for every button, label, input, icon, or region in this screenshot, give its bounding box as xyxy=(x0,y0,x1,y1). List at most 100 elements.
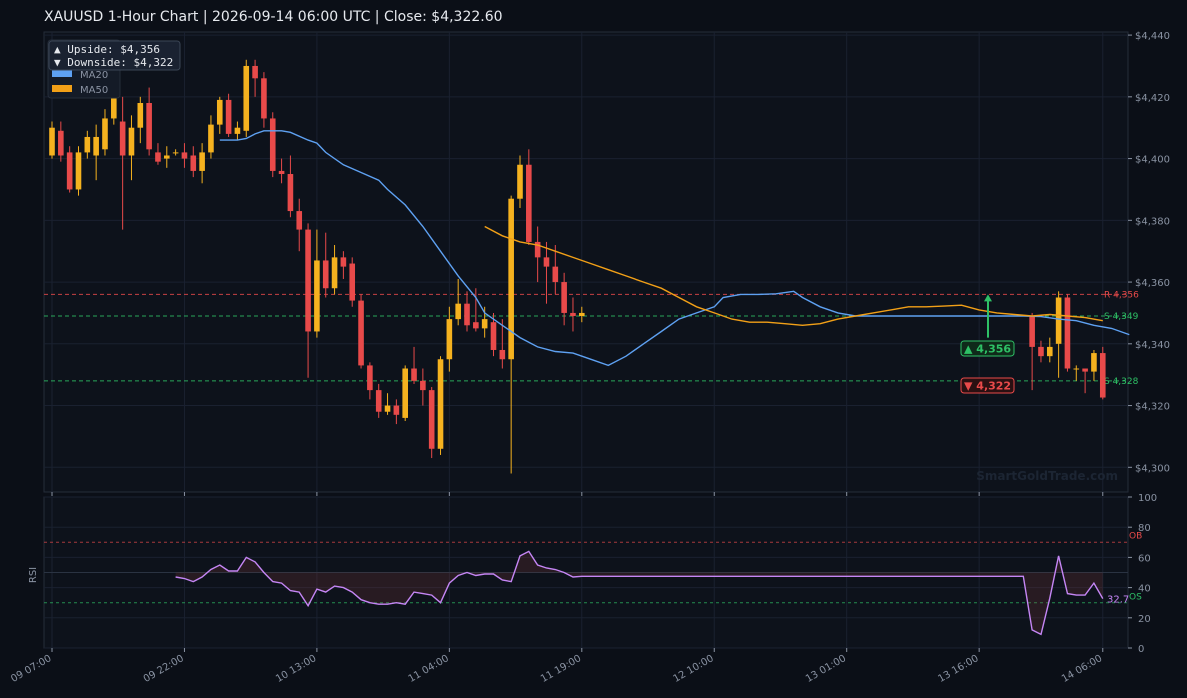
candle-body xyxy=(517,164,523,199)
price-ytick-label: $4,400 xyxy=(1135,155,1170,166)
candle-body xyxy=(75,152,82,190)
candle-body xyxy=(119,121,126,156)
candle-body xyxy=(163,155,170,159)
candle-body xyxy=(1082,368,1088,372)
candle-body xyxy=(155,152,161,162)
candle-body xyxy=(137,103,144,128)
candle-body xyxy=(561,282,567,313)
candle-body xyxy=(464,303,470,326)
candle-body xyxy=(1064,297,1071,369)
candle-body xyxy=(243,65,250,131)
candle-body xyxy=(481,319,488,329)
candle-body xyxy=(1055,297,1062,344)
price-ytick-label: $4,440 xyxy=(1135,31,1170,42)
candle-body xyxy=(331,257,338,289)
candle-body xyxy=(314,260,320,332)
candle-body xyxy=(552,266,559,283)
candle-body xyxy=(305,229,311,332)
candle-body xyxy=(199,152,205,171)
candle-body xyxy=(428,390,435,449)
candle-body xyxy=(402,368,408,418)
rsi-axis-label: RSI xyxy=(28,567,39,583)
candle-body xyxy=(146,103,152,150)
legend-label-ma50: MA50 xyxy=(80,85,108,96)
candle-body xyxy=(1046,346,1053,357)
candle-body xyxy=(252,65,258,79)
candle-body xyxy=(322,260,329,289)
level-label-support: S 4,349 xyxy=(1104,312,1139,322)
candle-body xyxy=(411,368,417,381)
info-downside: ▼ Downside: $4,322 xyxy=(54,56,173,69)
rsi-ytick-label: 20 xyxy=(1138,614,1151,625)
chart-title: XAUUSD 1-Hour Chart | 2026-09-14 06:00 U… xyxy=(44,9,503,25)
candle-body xyxy=(455,303,461,320)
info-upside: ▲ Upside: $4,356 xyxy=(54,43,160,56)
candle-body xyxy=(49,127,55,156)
level-label-support: S 4,328 xyxy=(1104,377,1139,387)
rsi-last-value: 32.7 xyxy=(1107,595,1129,606)
candle-body xyxy=(526,164,532,242)
rsi-ytick-label: 60 xyxy=(1138,553,1151,564)
candle-body xyxy=(216,99,223,125)
candle-body xyxy=(367,365,373,391)
candle-body xyxy=(278,170,285,175)
candle-body xyxy=(84,136,91,153)
candle-body xyxy=(384,405,391,412)
candle-body xyxy=(508,198,514,360)
candle-body xyxy=(93,136,99,156)
candle-body xyxy=(269,118,276,171)
candle-body xyxy=(499,349,506,360)
price-ytick-label: $4,360 xyxy=(1135,278,1170,289)
info-box: ▲ Upside: $4,356 ▼ Downside: $4,322 xyxy=(48,40,181,71)
candle-body xyxy=(1073,368,1080,370)
candle-body xyxy=(102,118,108,150)
candle-body xyxy=(234,127,241,134)
legend-swatch-ma20 xyxy=(52,70,72,77)
candle-body xyxy=(66,152,73,190)
candle-body xyxy=(579,312,585,317)
price-ytick-label: $4,300 xyxy=(1135,463,1170,474)
rsi-ytick-label: 80 xyxy=(1138,523,1151,534)
rsi-ytick-label: 0 xyxy=(1138,644,1144,655)
candle-body xyxy=(1099,353,1106,398)
candle-body xyxy=(393,405,400,415)
candle-body xyxy=(181,152,188,159)
candle-body xyxy=(375,390,382,412)
candle-body xyxy=(128,127,135,156)
candle-body xyxy=(58,130,64,156)
rsi-ytick-label: 40 xyxy=(1138,584,1151,595)
candle-body xyxy=(1038,346,1044,357)
candle-body xyxy=(1091,353,1097,372)
watermark: SmartGoldTrade.com xyxy=(976,469,1118,483)
candle-body xyxy=(490,322,497,350)
rsi-ytick-label: 100 xyxy=(1138,493,1157,504)
candle-body xyxy=(287,174,294,212)
candle-body xyxy=(208,124,214,153)
legend-label-ma20: MA20 xyxy=(80,70,108,81)
candle-body xyxy=(570,312,576,317)
price-ytick-label: $4,340 xyxy=(1135,340,1170,351)
candle-body xyxy=(190,155,197,171)
candle-body xyxy=(437,359,444,449)
candle-body xyxy=(111,96,117,119)
candle-body xyxy=(446,319,453,360)
price-ytick-label: $4,320 xyxy=(1135,402,1170,413)
candle-body xyxy=(420,380,426,391)
badge-up: ▲ 4,356 xyxy=(964,342,1011,355)
candle-body xyxy=(543,257,550,267)
chart-canvas: R 4,356S 4,349S 4,328 OBOS32.7 $4,300$4,… xyxy=(0,0,1187,698)
candle-body xyxy=(340,257,347,267)
candle-body xyxy=(261,78,267,119)
price-ytick-label: $4,380 xyxy=(1135,216,1170,227)
candle-body xyxy=(296,211,303,230)
legend-swatch-ma50 xyxy=(52,85,72,92)
candle-body xyxy=(172,152,179,154)
badge-down: ▼ 4,322 xyxy=(964,379,1011,392)
level-label-resistance: R 4,356 xyxy=(1104,290,1139,300)
candle-body xyxy=(1029,316,1035,347)
candle-body xyxy=(225,99,232,134)
candle-body xyxy=(349,263,356,301)
candle-body xyxy=(473,322,479,329)
price-ytick-label: $4,420 xyxy=(1135,93,1170,104)
candle-body xyxy=(358,300,364,366)
